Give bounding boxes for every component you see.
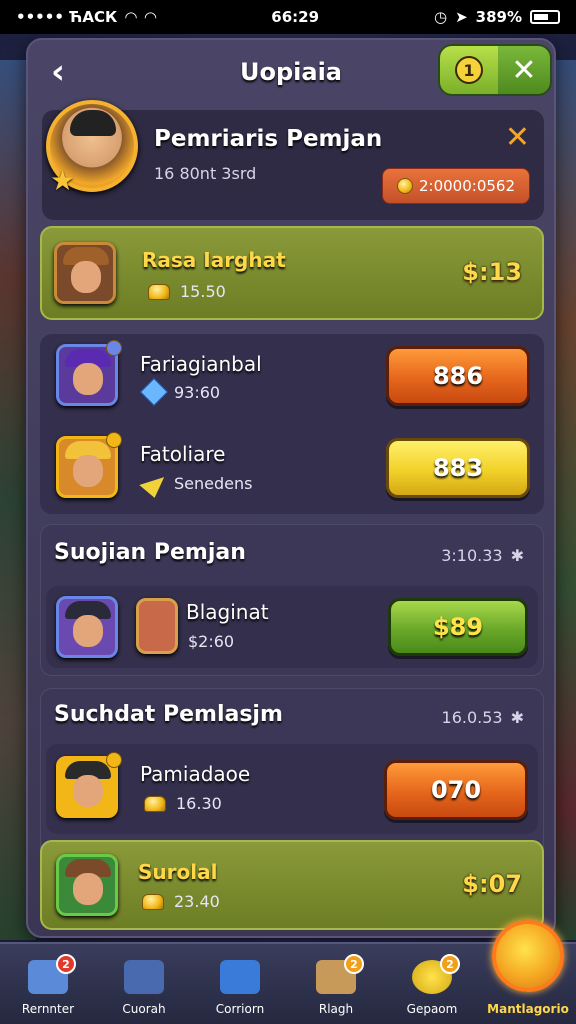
badge-icon (106, 340, 122, 356)
close-icon: ✕ (511, 52, 537, 88)
gear-icon: ✱ (510, 708, 524, 727)
nav-item-shield[interactable]: Mantlagorio (480, 920, 576, 1024)
nav-label: Mantlagorio (487, 1002, 569, 1016)
row-amount: Senedens (174, 473, 253, 493)
row-amount: 16.30 (176, 794, 222, 813)
nav-badge: 2 (344, 954, 364, 974)
cards-icon (124, 960, 164, 994)
nav-label: Rernnter (21, 1002, 75, 1016)
star-icon: ★ (50, 164, 76, 197)
row-name: Surolal (138, 860, 218, 884)
player-timer-badge: 2:0000:0562 (382, 168, 530, 204)
player-subtitle: 16 80nt 3srd (154, 164, 257, 183)
close-button[interactable]: ✕ (498, 46, 550, 94)
nav-item-cards[interactable]: Cuorah (96, 944, 192, 1024)
coin-icon: 2 (412, 954, 460, 994)
nav-item-chart[interactable]: Corriorn (192, 944, 288, 1024)
status-bar: ••••• ЋАСК ◠ ◠ 66:29 ◷ ➤ 389% (0, 0, 576, 34)
nav-badge: 2 (440, 954, 460, 974)
row-amount: $2:60 (188, 632, 235, 651)
nav-label: Gepaom (406, 1002, 458, 1016)
section-time: 16.0.53 ✱ (442, 708, 524, 727)
location-icon: ➤ (455, 8, 468, 26)
nav-item-home[interactable]: 2 Rernnter (0, 944, 96, 1024)
dismiss-icon[interactable]: ✕ (505, 120, 530, 155)
section-title: Suojian Pemjan (54, 540, 246, 565)
row-price: $:13 (462, 258, 522, 286)
wifi-icon: ◠ (125, 8, 137, 26)
nav-label: Corriorn (215, 1002, 265, 1016)
section-title: Suchdat Pemlasjm (54, 702, 283, 727)
battery-percent: 389% (475, 8, 522, 26)
buy-button[interactable]: $89 (388, 598, 528, 656)
row-price: $:07 (462, 870, 522, 898)
list-item[interactable]: Pamiadaoe 16.30 070 (46, 744, 538, 834)
row-amount: 23.40 (174, 892, 220, 911)
row-name: Fariagianbal (140, 352, 262, 376)
info-icon: 1 (455, 56, 483, 84)
buy-button[interactable]: 886 (386, 346, 530, 406)
badge-icon (106, 432, 122, 448)
info-button[interactable]: 1 (440, 46, 498, 94)
section-time-value: 3:10.33 (441, 546, 503, 565)
row-sub: 16.30 (144, 794, 222, 813)
nav-label: Cuorah (122, 1002, 166, 1016)
chevron-left-icon: ‹ (50, 52, 65, 92)
row-name: Rasa Iarghat (142, 248, 286, 272)
row-name: Blaginat (186, 600, 269, 624)
battery-icon (529, 10, 560, 24)
chart-icon (220, 960, 260, 994)
buy-button[interactable]: 883 (386, 438, 530, 498)
avatar-secondary (136, 598, 178, 654)
nav-item-coin[interactable]: 2 Gepaom (384, 944, 480, 1024)
leaderboard-panel: ‹ Uopiaia 1 ✕ ★ Pemriaris Pemjan 16 80nt… (26, 38, 556, 938)
offer-group: Fariagianbal 93:60 886 Fatoliare Seneden… (40, 334, 544, 514)
player-name: Pemriaris Pemjan (154, 126, 383, 152)
carrier-label: ••••• ЋАСК (16, 8, 118, 26)
home-icon: 2 (28, 954, 76, 994)
gold-icon (148, 283, 170, 300)
row-name: Fatoliare (140, 442, 226, 466)
row-sub: 23.40 (142, 892, 220, 911)
row-sub: 93:60 (139, 377, 221, 407)
gear-icon: ✱ (510, 546, 524, 565)
row-sub: Senedens (139, 468, 253, 498)
arrow-icon (139, 468, 169, 498)
gem-icon (139, 377, 169, 407)
header-buttons: 1 ✕ (438, 44, 552, 96)
coin-icon (397, 178, 413, 194)
player-timer-value: 2:0000:0562 (419, 177, 515, 195)
row-sub: 15.50 (148, 282, 226, 301)
gold-icon (142, 893, 164, 910)
row-name: Pamiadaoe (140, 762, 251, 786)
nav-badge: 2 (56, 954, 76, 974)
list-item[interactable]: Surolal 23.40 $:07 (40, 840, 544, 930)
nav-label: Rlagh (318, 1002, 354, 1016)
row-amount: 15.50 (180, 282, 226, 301)
list-item[interactable]: Rasa Iarghat 15.50 $:13 (40, 226, 544, 320)
panel-header: ‹ Uopiaia 1 ✕ (28, 40, 554, 104)
bottom-nav: 2 Rernnter Cuorah Corriorn 2 Rlagh 2 Gep… (0, 920, 576, 1024)
chest-icon: 2 (316, 954, 364, 994)
badge-icon (106, 752, 122, 768)
buy-button[interactable]: 070 (384, 760, 528, 820)
avatar (56, 854, 118, 916)
shield-icon (492, 920, 564, 992)
section-time-value: 16.0.53 (441, 708, 503, 727)
row-sub: $2:60 (188, 632, 234, 651)
list-item[interactable]: Blaginat $2:60 $89 (46, 586, 538, 668)
nav-item-chest[interactable]: 2 Rlagh (288, 944, 384, 1024)
page-title: Uopiaia (240, 58, 342, 86)
player-card: ★ Pemriaris Pemjan 16 80nt 3srd ✕ 2:0000… (42, 100, 544, 220)
avatar (54, 242, 116, 304)
back-button[interactable]: ‹ (38, 52, 78, 92)
gold-icon (144, 795, 166, 812)
avatar (56, 596, 118, 658)
row-amount: 93:60 (174, 382, 221, 402)
alarm-icon: ◷ (433, 8, 448, 26)
section-time: 3:10.33 ✱ (441, 546, 524, 565)
clock: 66:29 (271, 8, 320, 26)
wifi-icon-2: ◠ (144, 8, 157, 26)
